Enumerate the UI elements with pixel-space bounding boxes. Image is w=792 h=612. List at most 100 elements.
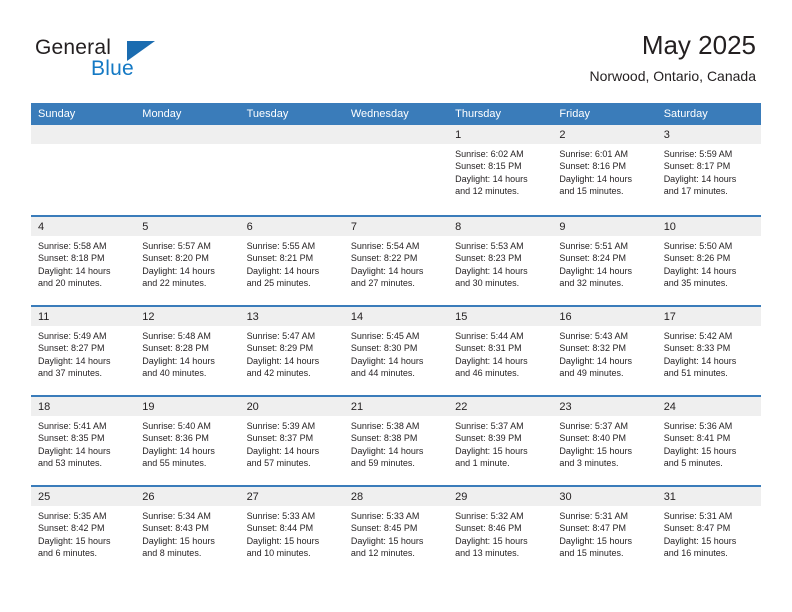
day-number: 19 (142, 401, 155, 413)
day-detail-line: Sunset: 8:31 PM (455, 343, 522, 354)
day-detail-line: Sunrise: 6:02 AM (455, 149, 524, 159)
day-number: 2 (559, 129, 566, 141)
day-number: 11 (38, 311, 50, 323)
day-detail-line: Daylight: 14 hours (350, 265, 424, 276)
day-detail-line: Sunset: 8:44 PM (246, 523, 314, 534)
day-detail-line: Sunset: 8:46 PM (455, 523, 522, 534)
day-number-band: 31 (656, 487, 761, 506)
calendar-grid: Sunday Monday Tuesday Wednesday Thursday… (31, 103, 761, 575)
day-detail-line: Sunset: 8:39 PM (455, 433, 522, 444)
logo-text-blue: Blue (91, 57, 134, 80)
day-cell[interactable]: 25 Sunrise: 5:35 AM Sunset: 8:42 PM Dayligh… (31, 487, 136, 575)
day-cell[interactable]: 26 Sunrise: 5:34 AM Sunset: 8:43 PM Dayligh… (135, 487, 240, 575)
day-number-band: 14 (343, 307, 449, 326)
day-number-band: 17 (656, 307, 761, 326)
day-cell[interactable]: 12 Sunrise: 5:48 AM Sunset: 8:28 PM Dayligh… (135, 307, 240, 395)
day-cell[interactable]: 30 Sunrise: 5:31 AM Sunset: 8:47 PM Dayligh… (552, 487, 657, 575)
page-header: General Blue May 2025 Norwood, Ontario, … (0, 0, 792, 103)
day-number: 30 (559, 491, 572, 503)
day-cell[interactable]: 7 Sunrise: 5:54 AM Sunset: 8:22 PM Daylight… (343, 217, 449, 305)
day-cell[interactable]: 15 Sunrise: 5:44 AM Sunset: 8:31 PM Dayligh… (448, 307, 553, 395)
week-row: 25 Sunrise: 5:35 AM Sunset: 8:42 PM Dayligh… (31, 485, 761, 575)
day-details: Sunrise: 5:32 AM Sunset: 8:46 PM Daylight:… (448, 506, 552, 560)
day-detail-line: Daylight: 14 hours (142, 355, 215, 366)
day-detail-line: Sunrise: 5:58 AM (38, 241, 107, 251)
day-cell[interactable]: 28 Sunrise: 5:33 AM Sunset: 8:45 PM Dayligh… (343, 487, 449, 575)
day-cell[interactable]: 6 Sunrise: 5:55 AM Sunset: 8:21 PM Daylight… (239, 217, 344, 305)
day-detail-line: and 53 minutes. (38, 458, 103, 469)
day-detail-line: and 46 minutes. (455, 368, 520, 379)
day-detail-line: Daylight: 15 hours (142, 535, 215, 546)
week-row: 11 Sunrise: 5:49 AM Sunset: 8:27 PM Dayligh… (31, 305, 761, 395)
day-cell[interactable]: 9 Sunrise: 5:51 AM Sunset: 8:24 PM Daylight… (552, 217, 657, 305)
day-detail-line: Sunrise: 5:33 AM (246, 511, 316, 521)
day-cell[interactable]: 31 Sunrise: 5:31 AM Sunset: 8:47 PM Dayligh… (656, 487, 761, 575)
day-cell[interactable]: 5 Sunrise: 5:57 AM Sunset: 8:20 PM Daylight… (135, 217, 240, 305)
day-number-band: 6 (239, 217, 344, 236)
day-detail-line: Daylight: 14 hours (246, 355, 320, 366)
day-cell[interactable]: 3 Sunrise: 5:59 AM Sunset: 8:17 PM Daylight… (656, 125, 761, 215)
day-cell[interactable]: 29 Sunrise: 5:32 AM Sunset: 8:46 PM Dayligh… (448, 487, 553, 575)
day-cell-empty (343, 125, 449, 215)
day-detail-line: and 55 minutes. (142, 458, 207, 469)
day-detail-line: Sunrise: 5:48 AM (142, 331, 211, 341)
day-number-band: 12 (135, 307, 240, 326)
general-blue-logo[interactable]: General Blue (35, 36, 205, 88)
day-detail-line: and 30 minutes. (455, 278, 520, 289)
day-details: Sunrise: 5:59 AM Sunset: 8:17 PM Daylight:… (657, 144, 761, 198)
day-details: Sunrise: 6:02 AM Sunset: 8:15 PM Daylight:… (448, 144, 552, 198)
day-detail-line: Daylight: 15 hours (455, 535, 528, 546)
day-details: Sunrise: 5:35 AM Sunset: 8:42 PM Daylight:… (31, 506, 135, 560)
day-cell[interactable]: 16 Sunrise: 5:43 AM Sunset: 8:32 PM Dayligh… (552, 307, 657, 395)
day-detail-line: Sunrise: 5:44 AM (455, 331, 524, 341)
day-cell[interactable]: 18 Sunrise: 5:41 AM Sunset: 8:35 PM Dayligh… (31, 397, 136, 485)
day-cell[interactable]: 17 Sunrise: 5:42 AM Sunset: 8:33 PM Dayligh… (656, 307, 761, 395)
day-details: Sunrise: 5:55 AM Sunset: 8:21 PM Daylight:… (240, 236, 344, 290)
calendar-weeks: 1 Sunrise: 6:02 AM Sunset: 8:15 PM Daylight… (31, 125, 761, 575)
day-detail-line: Sunset: 8:45 PM (350, 523, 418, 534)
day-detail-line: Daylight: 15 hours (663, 445, 737, 456)
day-number-band (343, 125, 449, 144)
day-cell[interactable]: 4 Sunrise: 5:58 AM Sunset: 8:18 PM Daylight… (31, 217, 136, 305)
day-detail-line: Sunrise: 5:33 AM (350, 511, 420, 521)
day-detail-line: Sunrise: 5:39 AM (246, 421, 316, 431)
day-detail-line: Sunrise: 5:34 AM (142, 511, 211, 521)
day-cell[interactable]: 1 Sunrise: 6:02 AM Sunset: 8:15 PM Daylight… (448, 125, 553, 215)
day-cell[interactable]: 2 Sunrise: 6:01 AM Sunset: 8:16 PM Daylight… (552, 125, 657, 215)
day-cell[interactable]: 13 Sunrise: 5:47 AM Sunset: 8:29 PM Dayligh… (239, 307, 344, 395)
day-details: Sunrise: 5:40 AM Sunset: 8:36 PM Daylight:… (135, 416, 239, 470)
day-number-band: 1 (448, 125, 553, 144)
day-detail-line: Daylight: 15 hours (559, 445, 632, 456)
day-cell[interactable]: 19 Sunrise: 5:40 AM Sunset: 8:36 PM Dayligh… (135, 397, 240, 485)
day-details: Sunrise: 6:01 AM Sunset: 8:16 PM Daylight:… (552, 144, 656, 198)
day-detail-line: and 35 minutes. (663, 278, 728, 289)
day-cell[interactable]: 24 Sunrise: 5:36 AM Sunset: 8:41 PM Dayligh… (656, 397, 761, 485)
day-details: Sunrise: 5:31 AM Sunset: 8:47 PM Daylight:… (657, 506, 761, 560)
day-cell[interactable]: 21 Sunrise: 5:38 AM Sunset: 8:38 PM Dayligh… (343, 397, 449, 485)
day-detail-line: and 8 minutes. (142, 548, 202, 559)
day-cell[interactable]: 27 Sunrise: 5:33 AM Sunset: 8:44 PM Dayligh… (239, 487, 344, 575)
day-detail-line: Sunrise: 5:35 AM (38, 511, 107, 521)
day-detail-line: Daylight: 14 hours (38, 265, 111, 276)
weekday-header-row: Sunday Monday Tuesday Wednesday Thursday… (31, 103, 761, 125)
weekday-header-monday: Monday (142, 108, 182, 120)
day-number-band: 13 (239, 307, 344, 326)
day-detail-line: Sunset: 8:24 PM (559, 253, 626, 264)
day-cell[interactable]: 11 Sunrise: 5:49 AM Sunset: 8:27 PM Dayligh… (31, 307, 136, 395)
day-number: 13 (246, 311, 259, 323)
day-details: Sunrise: 5:50 AM Sunset: 8:26 PM Daylight:… (657, 236, 761, 290)
day-number-band: 3 (656, 125, 761, 144)
day-detail-line: and 16 minutes. (663, 548, 728, 559)
day-cell[interactable]: 8 Sunrise: 5:53 AM Sunset: 8:23 PM Daylight… (448, 217, 553, 305)
day-detail-line: Sunset: 8:18 PM (38, 253, 105, 264)
day-cell[interactable]: 23 Sunrise: 5:37 AM Sunset: 8:40 PM Dayligh… (552, 397, 657, 485)
day-detail-line: and 27 minutes. (350, 278, 415, 289)
day-cell[interactable]: 14 Sunrise: 5:45 AM Sunset: 8:30 PM Dayligh… (343, 307, 449, 395)
day-cell[interactable]: 22 Sunrise: 5:37 AM Sunset: 8:39 PM Dayligh… (448, 397, 553, 485)
day-cell[interactable]: 10 Sunrise: 5:50 AM Sunset: 8:26 PM Dayligh… (656, 217, 761, 305)
day-number: 8 (455, 221, 462, 233)
weekday-header-friday: Friday (559, 108, 590, 120)
day-cell[interactable]: 20 Sunrise: 5:39 AM Sunset: 8:37 PM Dayligh… (239, 397, 344, 485)
day-detail-line: and 10 minutes. (246, 548, 311, 559)
day-number: 14 (350, 311, 364, 323)
